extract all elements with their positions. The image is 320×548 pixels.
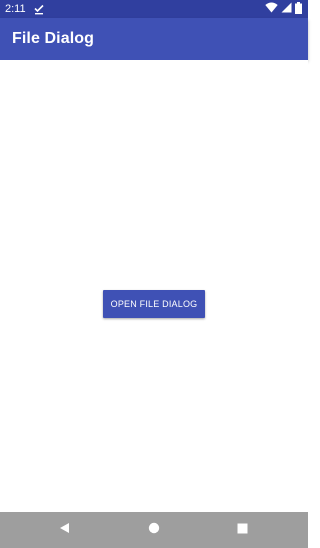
wifi-icon bbox=[265, 2, 278, 16]
download-done-icon bbox=[33, 3, 45, 15]
home-icon bbox=[148, 521, 160, 539]
home-button[interactable] bbox=[134, 512, 174, 548]
open-file-dialog-button[interactable]: OPEN FILE DIALOG bbox=[103, 290, 205, 318]
app-bar: File Dialog bbox=[0, 18, 308, 60]
recents-button[interactable] bbox=[222, 512, 262, 548]
cellular-signal-icon bbox=[281, 2, 292, 16]
page-title: File Dialog bbox=[12, 30, 94, 47]
battery-icon bbox=[295, 1, 302, 17]
status-time: 2:11 bbox=[5, 3, 26, 15]
status-bar: 2:11 bbox=[0, 0, 308, 18]
screen: 2:11 File Dialog OPEN FILE DIALOG bbox=[0, 0, 308, 548]
back-icon bbox=[58, 521, 70, 539]
recents-icon bbox=[237, 521, 248, 539]
main-content: OPEN FILE DIALOG bbox=[0, 60, 308, 512]
status-icons bbox=[265, 1, 302, 17]
navigation-bar bbox=[0, 512, 308, 548]
back-button[interactable] bbox=[44, 512, 84, 548]
